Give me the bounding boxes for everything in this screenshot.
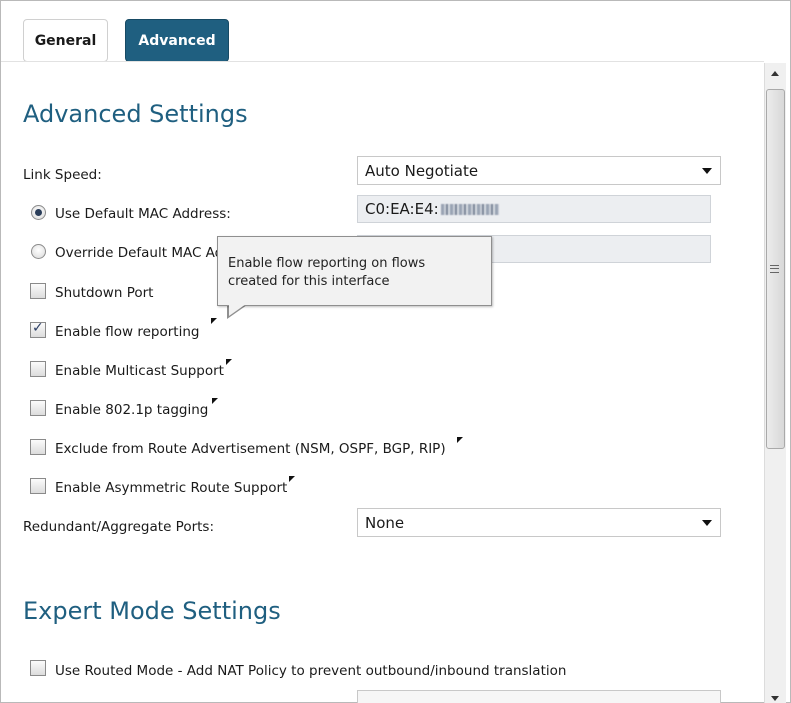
tab-advanced[interactable]: Advanced <box>125 19 229 62</box>
advanced-settings-heading: Advanced Settings <box>23 100 248 128</box>
partial-select[interactable] <box>357 690 721 703</box>
scroll-up-arrow-icon[interactable] <box>771 71 779 76</box>
tooltip-line-1: Enable flow reporting on flows <box>228 256 426 271</box>
link-speed-select[interactable]: Auto Negotiate <box>357 156 721 185</box>
asymmetric-route-tooltip-indicator-icon[interactable] <box>289 476 295 482</box>
redundant-ports-label: Redundant/Aggregate Ports: <box>23 519 215 535</box>
flow-reporting-checkbox[interactable]: ✓ <box>30 320 46 338</box>
link-speed-label: Link Speed: <box>23 167 102 183</box>
routed-mode-checkbox[interactable] <box>30 660 46 676</box>
flow-reporting-label: Enable flow reporting <box>55 324 200 340</box>
flow-reporting-tooltip: Enable flow reporting on flows created f… <box>217 236 492 306</box>
exclude-route-label: Exclude from Route Advertisement (NSM, O… <box>55 441 446 457</box>
routed-mode-label: Use Routed Mode - Add NAT Policy to prev… <box>55 663 567 679</box>
chevron-down-icon <box>702 168 712 174</box>
default-mac-field: C0:EA:E4: <box>357 195 711 223</box>
tab-general[interactable]: General <box>23 19 108 62</box>
link-speed-value: Auto Negotiate <box>365 161 479 180</box>
tooltip-line-2: created for this interface <box>228 274 390 289</box>
multicast-tooltip-indicator-icon[interactable] <box>226 359 232 365</box>
redacted-mac-suffix <box>440 203 499 215</box>
scroll-down-arrow-icon[interactable] <box>771 696 779 701</box>
expert-settings-heading: Expert Mode Settings <box>23 597 281 625</box>
tagging-label: Enable 802.1p tagging <box>55 402 209 418</box>
exclude-route-tooltip-indicator-icon[interactable] <box>457 437 463 443</box>
tooltip-tail-fill <box>229 304 246 316</box>
multicast-checkbox[interactable] <box>30 361 46 377</box>
chevron-down-icon <box>702 520 712 526</box>
tab-divider <box>1 61 764 62</box>
override-mac-radio[interactable] <box>31 244 46 259</box>
multicast-label: Enable Multicast Support <box>55 363 224 379</box>
redundant-ports-select[interactable]: None <box>357 508 721 537</box>
tagging-checkbox[interactable] <box>30 400 46 416</box>
shutdown-port-checkbox[interactable] <box>30 283 46 299</box>
use-default-mac-radio[interactable] <box>31 205 46 220</box>
use-default-mac-label: Use Default MAC Address: <box>55 206 231 222</box>
exclude-route-checkbox[interactable] <box>30 439 46 455</box>
grip-icon <box>770 265 779 273</box>
asymmetric-route-checkbox[interactable] <box>30 478 46 494</box>
redundant-ports-value: None <box>365 513 405 532</box>
checkmark-icon: ✓ <box>32 320 44 336</box>
settings-dialog: General Advanced Advanced Settings Link … <box>0 0 791 703</box>
asymmetric-route-label: Enable Asymmetric Route Support <box>55 480 288 496</box>
tagging-tooltip-indicator-icon[interactable] <box>212 398 218 404</box>
shutdown-port-label: Shutdown Port <box>55 285 154 301</box>
default-mac-value: C0:EA:E4: <box>365 200 439 218</box>
flow-reporting-tooltip-indicator-icon[interactable] <box>211 318 217 324</box>
